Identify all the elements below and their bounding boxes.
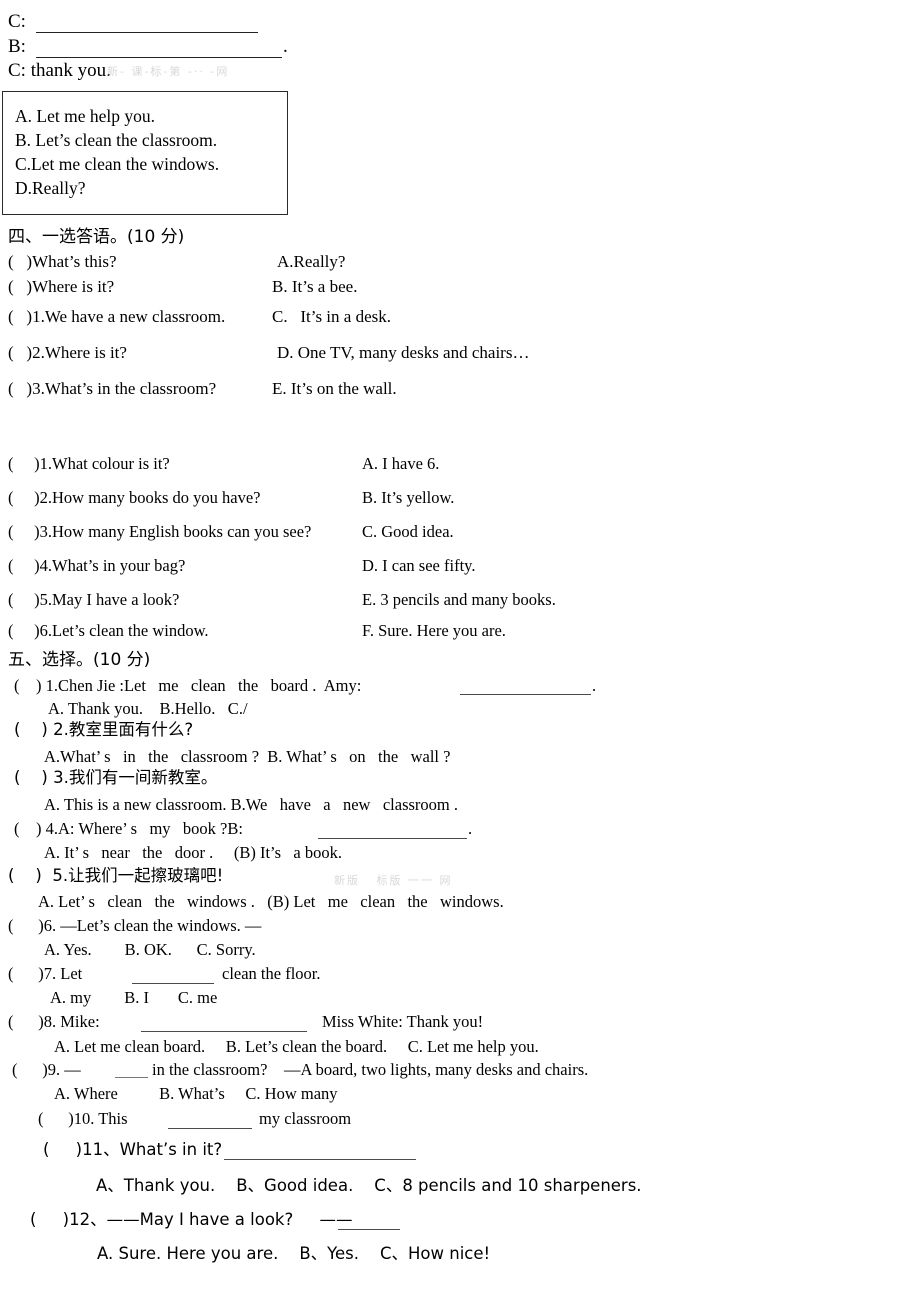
- section-four-right-item-c: C. It’s in a desk.: [272, 307, 391, 326]
- section-four-b-right-item-f: F. Sure. Here you are.: [362, 621, 506, 640]
- watermark-middle: 新版 标版 一一 网: [334, 874, 453, 887]
- section-four-b-right-item-e: E. 3 pencils and many books.: [362, 590, 556, 609]
- section-four-b-left-item-2[interactable]: ( )2.How many books do you have?: [8, 489, 261, 507]
- watermark-top: 新- 课-标-第 -·· -网: [107, 65, 230, 78]
- dialogue-line-c-thanks: C: thank you.: [8, 60, 111, 81]
- section-four-b-right-item-d: D. I can see fifty.: [362, 556, 476, 575]
- option-box-item-a: A. Let me help you.: [15, 106, 155, 126]
- section-four-b-right-item-b: B. It’s yellow.: [362, 488, 455, 507]
- section-five-q4-blank[interactable]: [318, 838, 467, 839]
- section-five-q12-options[interactable]: A. Sure. Here you are. B、Yes. C、How nice…: [97, 1245, 490, 1263]
- section-five-q3-options[interactable]: A. This is a new classroom. B.We have a …: [44, 796, 458, 814]
- dialogue-line-c-blank[interactable]: [36, 32, 258, 33]
- section-five-q1-period: .: [592, 676, 597, 695]
- dialogue-line-c-label: C:: [8, 11, 26, 32]
- section-four-left-item-2[interactable]: ( )Where is it?: [8, 278, 114, 295]
- section-five-q10-stem-suffix: my classroom: [259, 1109, 352, 1128]
- section-four-left-item-5[interactable]: ( )3.What’s in the classroom?: [8, 380, 216, 397]
- section-five-q3-stem[interactable]: ( ) 3.我们有一间新教室。: [14, 769, 217, 787]
- section-four-right-item-b: B. It’s a bee.: [272, 277, 358, 296]
- section-four-left-item-4[interactable]: ( )2.Where is it?: [8, 344, 127, 361]
- dialogue-line-b-blank[interactable]: [36, 57, 282, 58]
- section-four-right-item-e: E. It’s on the wall.: [272, 379, 397, 398]
- option-box-item-b: B. Let’s clean the classroom.: [15, 130, 218, 150]
- section-five-q8-stem-suffix: Miss White: Thank you!: [322, 1012, 484, 1031]
- option-box: A. Let me help you. B. Let’s clean the c…: [2, 91, 288, 215]
- section-five-q8-stem-prefix[interactable]: ( )8. Mike:: [8, 1013, 100, 1031]
- section-four-left-item-1[interactable]: ( )What’s this?: [8, 253, 117, 270]
- dialogue-line-b-period: .: [283, 36, 288, 57]
- section-five-q4-options[interactable]: A. It’ s near the door . (B) It’s a book…: [44, 844, 342, 862]
- section-five-q7-blank[interactable]: [132, 983, 214, 984]
- section-five-q1-stem[interactable]: ( ) 1.Chen Jie :Let me clean the board .…: [14, 677, 365, 695]
- section-four-b-left-item-3[interactable]: ( )3.How many English books can you see?: [8, 523, 311, 541]
- section-five-heading: 五、选择。(10 分): [8, 650, 151, 670]
- section-five-q11-stem[interactable]: ( )11、What’s in it?: [43, 1141, 222, 1159]
- section-four-b-left-item-1[interactable]: ( )1.What colour is it?: [8, 455, 170, 473]
- option-box-item-d: D.Really?: [15, 178, 86, 198]
- section-five-q11-options[interactable]: A、Thank you. B、Good idea. C、8 pencils an…: [96, 1177, 642, 1195]
- option-box-item-c: C.Let me clean the windows.: [15, 154, 220, 174]
- section-five-q11-blank[interactable]: [224, 1159, 416, 1160]
- section-five-q9-blank[interactable]: [115, 1077, 148, 1078]
- section-four-b-left-item-4[interactable]: ( )4.What’s in your bag?: [8, 557, 185, 575]
- section-five-q12-stem[interactable]: ( )12、——May I have a look? ——: [30, 1211, 352, 1229]
- section-five-q10-blank[interactable]: [168, 1128, 252, 1129]
- section-five-q7-stem-suffix: clean the floor.: [222, 964, 321, 983]
- section-four-left-item-3[interactable]: ( )1.We have a new classroom.: [8, 308, 225, 325]
- section-five-q1-options[interactable]: A. Thank you. B.Hello. C./: [48, 700, 248, 718]
- section-four-b-right-item-c: C. Good idea.: [362, 522, 454, 541]
- section-five-q6-options[interactable]: A. Yes. B. OK. C. Sorry.: [44, 941, 256, 959]
- section-five-q5-options[interactable]: A. Let’ s clean the windows . (B) Let me…: [38, 893, 504, 911]
- section-four-heading: 四、一选答语。(10 分): [8, 227, 185, 247]
- section-five-q9-options[interactable]: A. Where B. What’s C. How many: [54, 1085, 338, 1103]
- section-five-q2-stem[interactable]: ( ) 2.教室里面有什么?: [14, 721, 193, 739]
- section-five-q5-stem[interactable]: ( ) 5.让我们一起擦玻璃吧!: [8, 867, 223, 885]
- section-five-q2-options[interactable]: A.What’ s in the classroom ? B. What’ s …: [44, 748, 450, 766]
- section-five-q8-blank[interactable]: [141, 1031, 307, 1032]
- section-five-q10-stem-prefix[interactable]: ( )10. This: [38, 1110, 128, 1128]
- section-four-right-item-a: A.Really?: [277, 252, 346, 271]
- section-four-b-left-item-6[interactable]: ( )6.Let’s clean the window.: [8, 622, 209, 640]
- section-four-b-right-item-a: A. I have 6.: [362, 454, 440, 473]
- section-five-q4-period: .: [468, 819, 473, 838]
- worksheet-page: C: B: . C: thank you. 新- 课-标-第 -·· -网 A.…: [0, 0, 920, 1302]
- section-five-q6-stem[interactable]: ( )6. —Let’s clean the windows. —: [8, 917, 261, 935]
- section-five-q7-stem-prefix[interactable]: ( )7. Let: [8, 965, 82, 983]
- section-five-q9-stem-suffix: in the classroom? —A board, two lights, …: [152, 1060, 589, 1079]
- section-five-q7-options[interactable]: A. my B. I C. me: [50, 989, 217, 1007]
- section-five-q8-options[interactable]: A. Let me clean board. B. Let’s clean th…: [54, 1038, 539, 1056]
- section-five-q9-stem-prefix[interactable]: ( )9. —: [12, 1061, 81, 1079]
- section-four-b-left-item-5[interactable]: ( )5.May I have a look?: [8, 591, 179, 609]
- section-five-q4-stem[interactable]: ( ) 4.A: Where’ s my book ?B:: [14, 820, 243, 838]
- section-five-q12-blank[interactable]: [338, 1229, 400, 1230]
- section-five-q1-blank[interactable]: [460, 694, 591, 695]
- dialogue-line-b-label: B:: [8, 36, 26, 57]
- section-four-right-item-d: D. One TV, many desks and chairs…: [277, 343, 530, 362]
